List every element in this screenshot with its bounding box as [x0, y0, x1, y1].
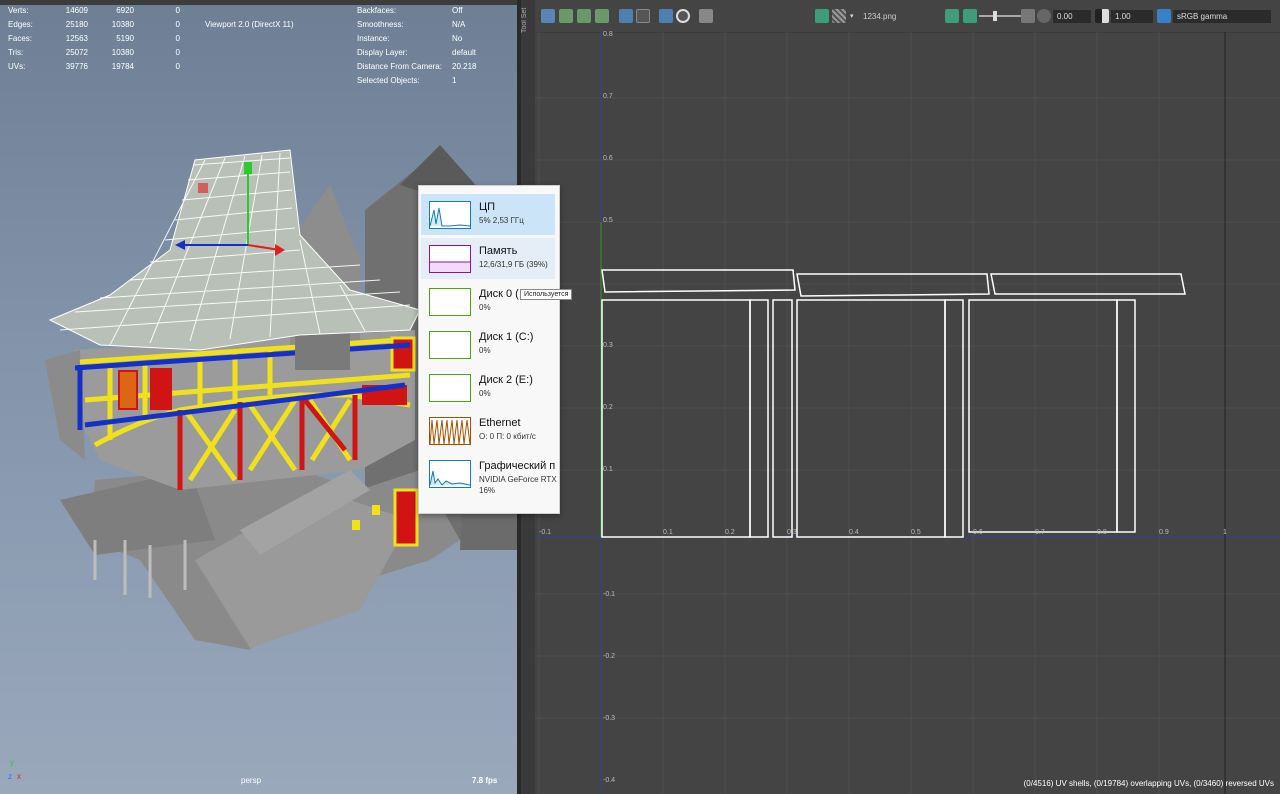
tm-item-sub: 0% — [479, 346, 491, 355]
tm-item-disk1[interactable]: Диск 1 (C:) 0% — [421, 324, 555, 365]
dropdown-arrow-icon[interactable]: ▾ — [850, 12, 854, 20]
y-tick: 0.3 — [603, 342, 613, 349]
color-space-select[interactable]: sRGB gamma — [1173, 10, 1271, 23]
tm-item-memory[interactable]: Память 12,6/31,9 ГБ (39%) — [421, 238, 555, 279]
tm-item-sub: 5% 2,53 ГГц — [479, 216, 524, 225]
gamma-icon[interactable] — [1095, 9, 1109, 23]
disk0-graph-icon — [429, 288, 471, 316]
more-icon[interactable] — [1021, 9, 1035, 23]
x-tick: 0.8 — [1097, 529, 1107, 536]
tm-item-disk2[interactable]: Диск 2 (E:) 0% — [421, 367, 555, 408]
x-tick: 0.2 — [725, 529, 735, 536]
frame-icon[interactable] — [619, 9, 633, 23]
tm-item-name: Память — [479, 245, 518, 257]
x-tick: 1 — [1223, 529, 1227, 536]
tm-item-sub: 0% — [479, 303, 491, 312]
x-tick: 0.4 — [849, 529, 859, 536]
tm-item-name: Диск 1 (C:) — [479, 331, 534, 343]
y-tick: 0.2 — [603, 404, 613, 411]
tm-item-sub: 12,6/31,9 ГБ (39%) — [479, 260, 548, 269]
tm-item-name: Графический п — [479, 460, 556, 472]
task-manager-panel: ЦП 5% 2,53 ГГц Память 12,6/31,9 ГБ (39%)… — [418, 185, 560, 514]
tm-item-name: Диск 2 (E:) — [479, 374, 533, 386]
image-icon[interactable] — [815, 9, 829, 23]
camera-name: persp — [241, 776, 262, 785]
axis-y-label: y — [10, 758, 14, 767]
tm-item-name: ЦП — [479, 201, 496, 213]
uv-editor[interactable]: ▾ 1234.png 0.00 1.00 sRGB gamma -0.1 0.1… — [535, 0, 1280, 794]
checker-icon[interactable] — [832, 9, 846, 23]
y-tick: 0.5 — [603, 217, 613, 224]
texture-icon[interactable] — [595, 9, 609, 23]
disk1-graph-icon — [429, 331, 471, 359]
tm-item-cpu[interactable]: ЦП 5% 2,53 ГГц — [421, 194, 555, 235]
ethernet-graph-icon — [429, 417, 471, 445]
color-management-icon[interactable] — [1157, 9, 1171, 23]
image-load-icon[interactable] — [963, 9, 977, 23]
uv-toolbar: ▾ 1234.png 0.00 1.00 sRGB gamma — [535, 0, 1280, 33]
layout-icon[interactable] — [636, 9, 650, 23]
tm-item-name: Ethernet — [479, 417, 521, 429]
x-tick: 0.9 — [1159, 529, 1169, 536]
tm-item-disk0[interactable]: Диск 0 ( 0% — [421, 281, 555, 322]
y-tick: -0.3 — [603, 715, 616, 722]
gamma-field[interactable]: 1.00 — [1111, 10, 1153, 23]
exposure-icon[interactable] — [1037, 9, 1051, 23]
grid-icon[interactable] — [559, 9, 573, 23]
axis-z-label: z — [8, 772, 12, 781]
axis-x-label: x — [17, 772, 21, 781]
x-tick: 0.1 — [663, 529, 673, 536]
x-tick: 0.5 — [911, 529, 921, 536]
uv-status-text: (0/4516) UV shells, (0/19784) overlappin… — [1023, 779, 1274, 788]
tm-item-sub2: 16% — [479, 486, 496, 495]
disk2-graph-icon — [429, 374, 471, 402]
texture-name: 1234.png — [863, 12, 897, 21]
tm-item-name: Диск 0 ( — [479, 288, 519, 300]
fps-counter: 7.8 fps — [472, 776, 498, 785]
image-refresh-icon[interactable] — [945, 9, 959, 23]
y-tick: -0.2 — [603, 653, 616, 660]
exposure-field[interactable]: 0.00 — [1053, 10, 1091, 23]
y-tick: 0.7 — [603, 93, 613, 100]
camera-snapshot-icon[interactable] — [699, 9, 713, 23]
y-tick: -0.4 — [603, 777, 616, 784]
x-tick: -0.1 — [539, 529, 552, 536]
memory-graph-icon — [429, 245, 471, 273]
tm-item-sub: NVIDIA GeForce RTX — [479, 475, 557, 484]
record-icon[interactable] — [676, 9, 690, 23]
x-tick: 0.3 — [787, 529, 797, 536]
y-tick: -0.1 — [603, 591, 616, 598]
exposure-slider-handle[interactable] — [993, 11, 997, 21]
exposure-slider-track[interactable] — [979, 15, 1021, 17]
x-tick: 0.7 — [1035, 529, 1045, 536]
y-tick: 0.6 — [603, 155, 613, 162]
uv-grid-canvas[interactable] — [535, 32, 1280, 794]
y-tick: 0.8 — [603, 31, 613, 38]
x-tick: 0.6 — [973, 529, 983, 536]
cpu-graph-icon — [429, 201, 471, 229]
gpu-graph-icon — [429, 460, 471, 488]
tm-item-gpu[interactable]: Графический п NVIDIA GeForce RTX 16% — [421, 453, 557, 503]
tooltip: Используется — [520, 289, 573, 300]
tm-item-sub: О: 0 П: 0 кбит/с — [479, 432, 536, 441]
shaded-icon[interactable] — [577, 9, 591, 23]
tool-strip-label: Tool Set — [521, 8, 528, 34]
y-tick: 0.1 — [603, 466, 613, 473]
uv-select-icon[interactable] — [541, 9, 555, 23]
snap-icon[interactable] — [659, 9, 673, 23]
tm-item-ethernet[interactable]: Ethernet О: 0 П: 0 кбит/с — [421, 410, 555, 451]
tm-item-sub: 0% — [479, 389, 491, 398]
